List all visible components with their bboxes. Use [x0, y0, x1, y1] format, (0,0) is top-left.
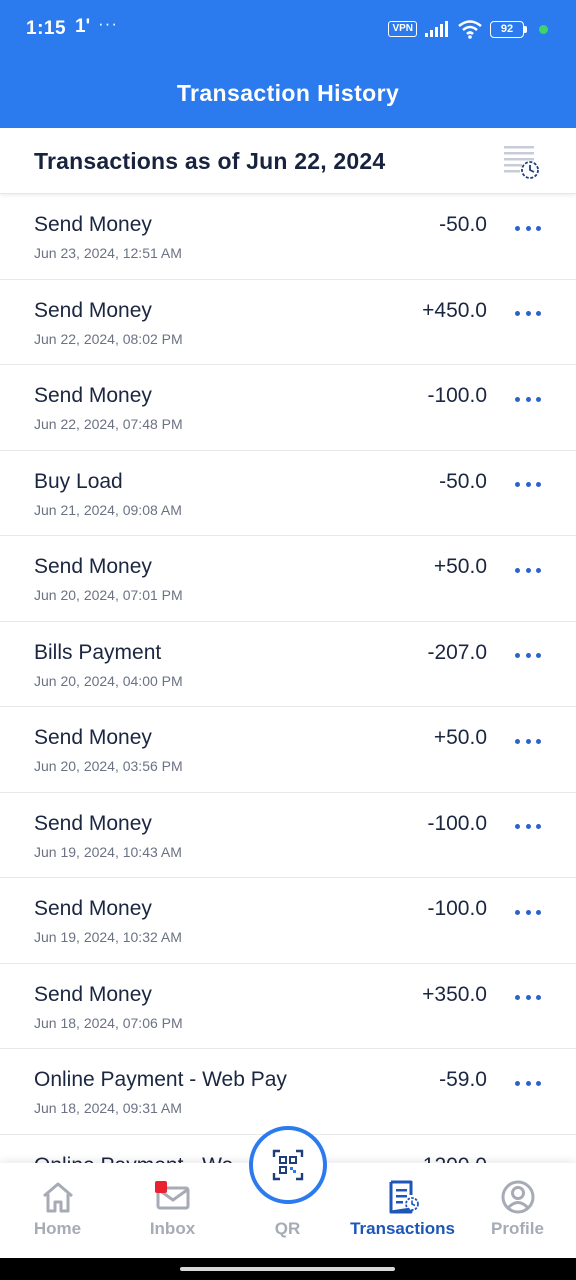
home-icon	[43, 1182, 73, 1213]
transaction-title: Buy Load	[34, 469, 123, 493]
transaction-amount: -100.0	[427, 897, 487, 920]
status-more-notifications: ···	[98, 14, 118, 33]
transaction-list: Send Money Jun 23, 2024, 12:51 AM -50.0 Sen…	[0, 194, 576, 1164]
transaction-amount: -207.0	[427, 640, 487, 664]
transactions-subheader: Transactions as of Jun 22, 2024	[0, 128, 576, 194]
qr-scan-icon	[272, 1149, 304, 1181]
transaction-row[interactable]: Online Payment - Web Pay Jun 18, 2024, 09…	[0, 1049, 576, 1135]
transaction-amount: -50.0	[439, 213, 487, 236]
nav-transactions-label: Transactions	[350, 1219, 455, 1238]
more-options-icon[interactable]	[512, 815, 544, 839]
transaction-title: Bills Payment	[34, 640, 162, 664]
transaction-row[interactable]: Send Money Jun 19, 2024, 10:43 AM -100.0	[0, 793, 576, 878]
transaction-date: Jun 22, 2024, 07:48 PM	[34, 416, 183, 432]
status-icons: VPN 92	[388, 18, 548, 40]
more-options-icon[interactable]	[512, 729, 544, 753]
transaction-amount: +50.0	[433, 555, 487, 578]
transaction-title: Send Money	[34, 555, 152, 578]
transaction-row[interactable]: Send Money Jun 20, 2024, 07:01 PM +50.0	[0, 536, 576, 622]
transaction-date: Jun 22, 2024, 08:02 PM	[34, 330, 183, 347]
transactions-icon	[389, 1180, 419, 1214]
more-options-icon[interactable]	[512, 302, 544, 326]
transaction-row[interactable]: Send Money Jun 22, 2024, 08:02 PM +450.0	[0, 280, 576, 365]
more-options-icon[interactable]	[512, 986, 544, 1010]
transaction-date: Jun 20, 2024, 07:01 PM	[34, 587, 183, 603]
signal-icon	[425, 21, 448, 37]
transaction-row[interactable]: Send Money Jun 20, 2024, 03:56 PM +50.0	[0, 707, 576, 793]
transactions-as-of-title: Transactions as of Jun 22, 2024	[34, 148, 386, 174]
transaction-title: Send Money	[34, 897, 152, 920]
transaction-row[interactable]: Send Money Jun 23, 2024, 12:51 AM -50.0	[0, 194, 576, 280]
transaction-date: Jun 23, 2024, 12:51 AM	[34, 245, 182, 261]
vpn-icon: VPN	[388, 21, 417, 37]
transaction-amount: +450.0	[422, 298, 487, 322]
nav-qr-label: QR	[274, 1219, 301, 1238]
profile-icon	[501, 1180, 535, 1214]
transaction-date: Jun 21, 2024, 09:08 AM	[34, 501, 182, 518]
more-options-icon[interactable]	[512, 1071, 544, 1095]
transaction-amount: -100.0	[427, 811, 487, 835]
more-options-icon[interactable]	[512, 558, 544, 582]
transaction-row[interactable]: Send Money Jun 22, 2024, 07:48 PM -100.0	[0, 365, 576, 451]
transaction-date: Jun 20, 2024, 03:56 PM	[34, 758, 183, 774]
transaction-date: Jun 18, 2024, 09:31 AM	[34, 1100, 182, 1116]
nav-home-label: Home	[33, 1219, 82, 1238]
transaction-amount: +50.0	[433, 726, 487, 749]
transaction-title: Send Money	[34, 811, 152, 835]
transaction-title: Send Money	[34, 384, 152, 407]
transaction-amount: -59.0	[439, 1068, 487, 1091]
transaction-title: Send Money	[34, 213, 152, 236]
page-title: Transaction History	[176, 79, 400, 106]
transaction-amount: -100.0	[427, 384, 487, 407]
nav-transactions[interactable]: Transactions	[345, 1163, 460, 1258]
status-bar: 1:15 1' ··· VPN 92	[0, 0, 576, 58]
transaction-title: Online Payment - Web Pay	[34, 1068, 287, 1091]
battery-level: 92	[490, 20, 524, 38]
transaction-amount: +350.0	[422, 982, 487, 1006]
gesture-handle[interactable]	[180, 1267, 395, 1271]
transaction-date: Jun 18, 2024, 07:06 PM	[34, 1014, 183, 1031]
more-options-icon[interactable]	[512, 387, 544, 411]
transaction-row[interactable]: Send Money Jun 18, 2024, 07:06 PM +350.0	[0, 964, 576, 1049]
transaction-row[interactable]: Buy Load Jun 21, 2024, 09:08 AM -50.0	[0, 451, 576, 536]
nav-inbox[interactable]: Inbox	[115, 1163, 230, 1258]
transaction-title: Send Money	[34, 982, 152, 1006]
transaction-row[interactable]: Send Money Jun 19, 2024, 10:32 AM -100.0	[0, 878, 576, 964]
transaction-amount: -50.0	[439, 469, 487, 493]
more-options-icon[interactable]	[512, 900, 544, 924]
transaction-date: Jun 20, 2024, 04:00 PM	[34, 672, 183, 689]
transaction-title: Send Money	[34, 726, 152, 749]
qr-scan-button[interactable]	[249, 1126, 327, 1204]
history-list-icon	[504, 146, 539, 179]
app-header: Transaction History	[0, 58, 576, 128]
more-options-icon[interactable]	[512, 644, 544, 668]
nav-inbox-label: Inbox	[149, 1219, 196, 1238]
transaction-date: Jun 19, 2024, 10:32 AM	[34, 929, 182, 945]
inbox-notification-badge	[155, 1181, 167, 1193]
transaction-row[interactable]: Bills Payment Jun 20, 2024, 04:00 PM -207.…	[0, 622, 576, 707]
wifi-icon	[458, 20, 482, 39]
nav-home[interactable]: Home	[0, 1163, 115, 1258]
status-indicator: 1'	[75, 16, 91, 37]
battery-icon: 92	[490, 20, 527, 38]
history-filter-button[interactable]	[500, 142, 544, 182]
status-time: 1:15	[26, 18, 67, 39]
transaction-title: Send Money	[34, 298, 152, 322]
nav-profile[interactable]: Profile	[460, 1163, 575, 1258]
transaction-date: Jun 19, 2024, 10:43 AM	[34, 843, 182, 860]
system-gesture-bar	[0, 1258, 576, 1280]
charging-dot	[539, 24, 548, 34]
more-options-icon[interactable]	[512, 216, 544, 240]
more-options-icon[interactable]	[512, 473, 544, 497]
nav-profile-label: Profile	[491, 1219, 544, 1238]
